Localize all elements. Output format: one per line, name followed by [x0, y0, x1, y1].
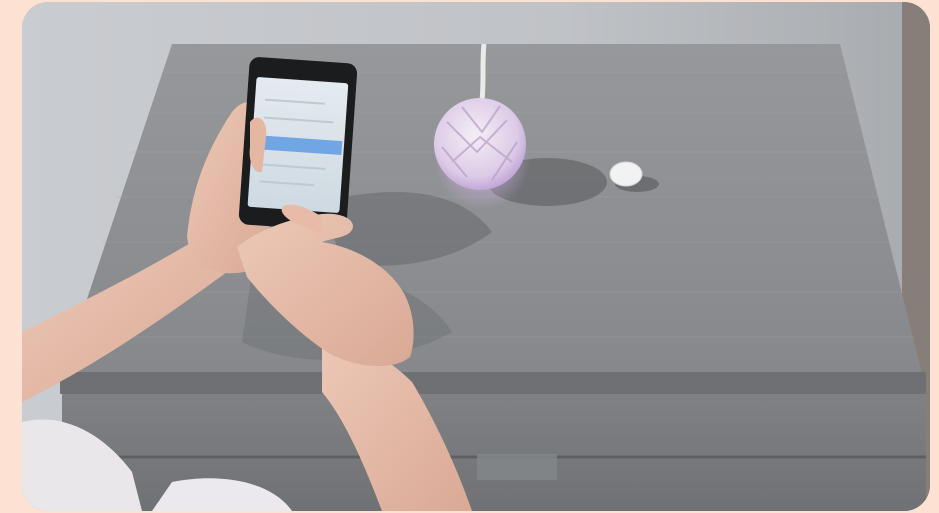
- tabletop-edge: [60, 372, 926, 394]
- photo-scene: [22, 2, 930, 511]
- diffuser-cord: [479, 43, 487, 101]
- photo-frame: [22, 2, 930, 511]
- diffuser-body: [434, 98, 526, 190]
- tabletop: [62, 44, 922, 374]
- sensor-puck: [609, 161, 643, 187]
- drawer-handle-notch: [477, 454, 557, 480]
